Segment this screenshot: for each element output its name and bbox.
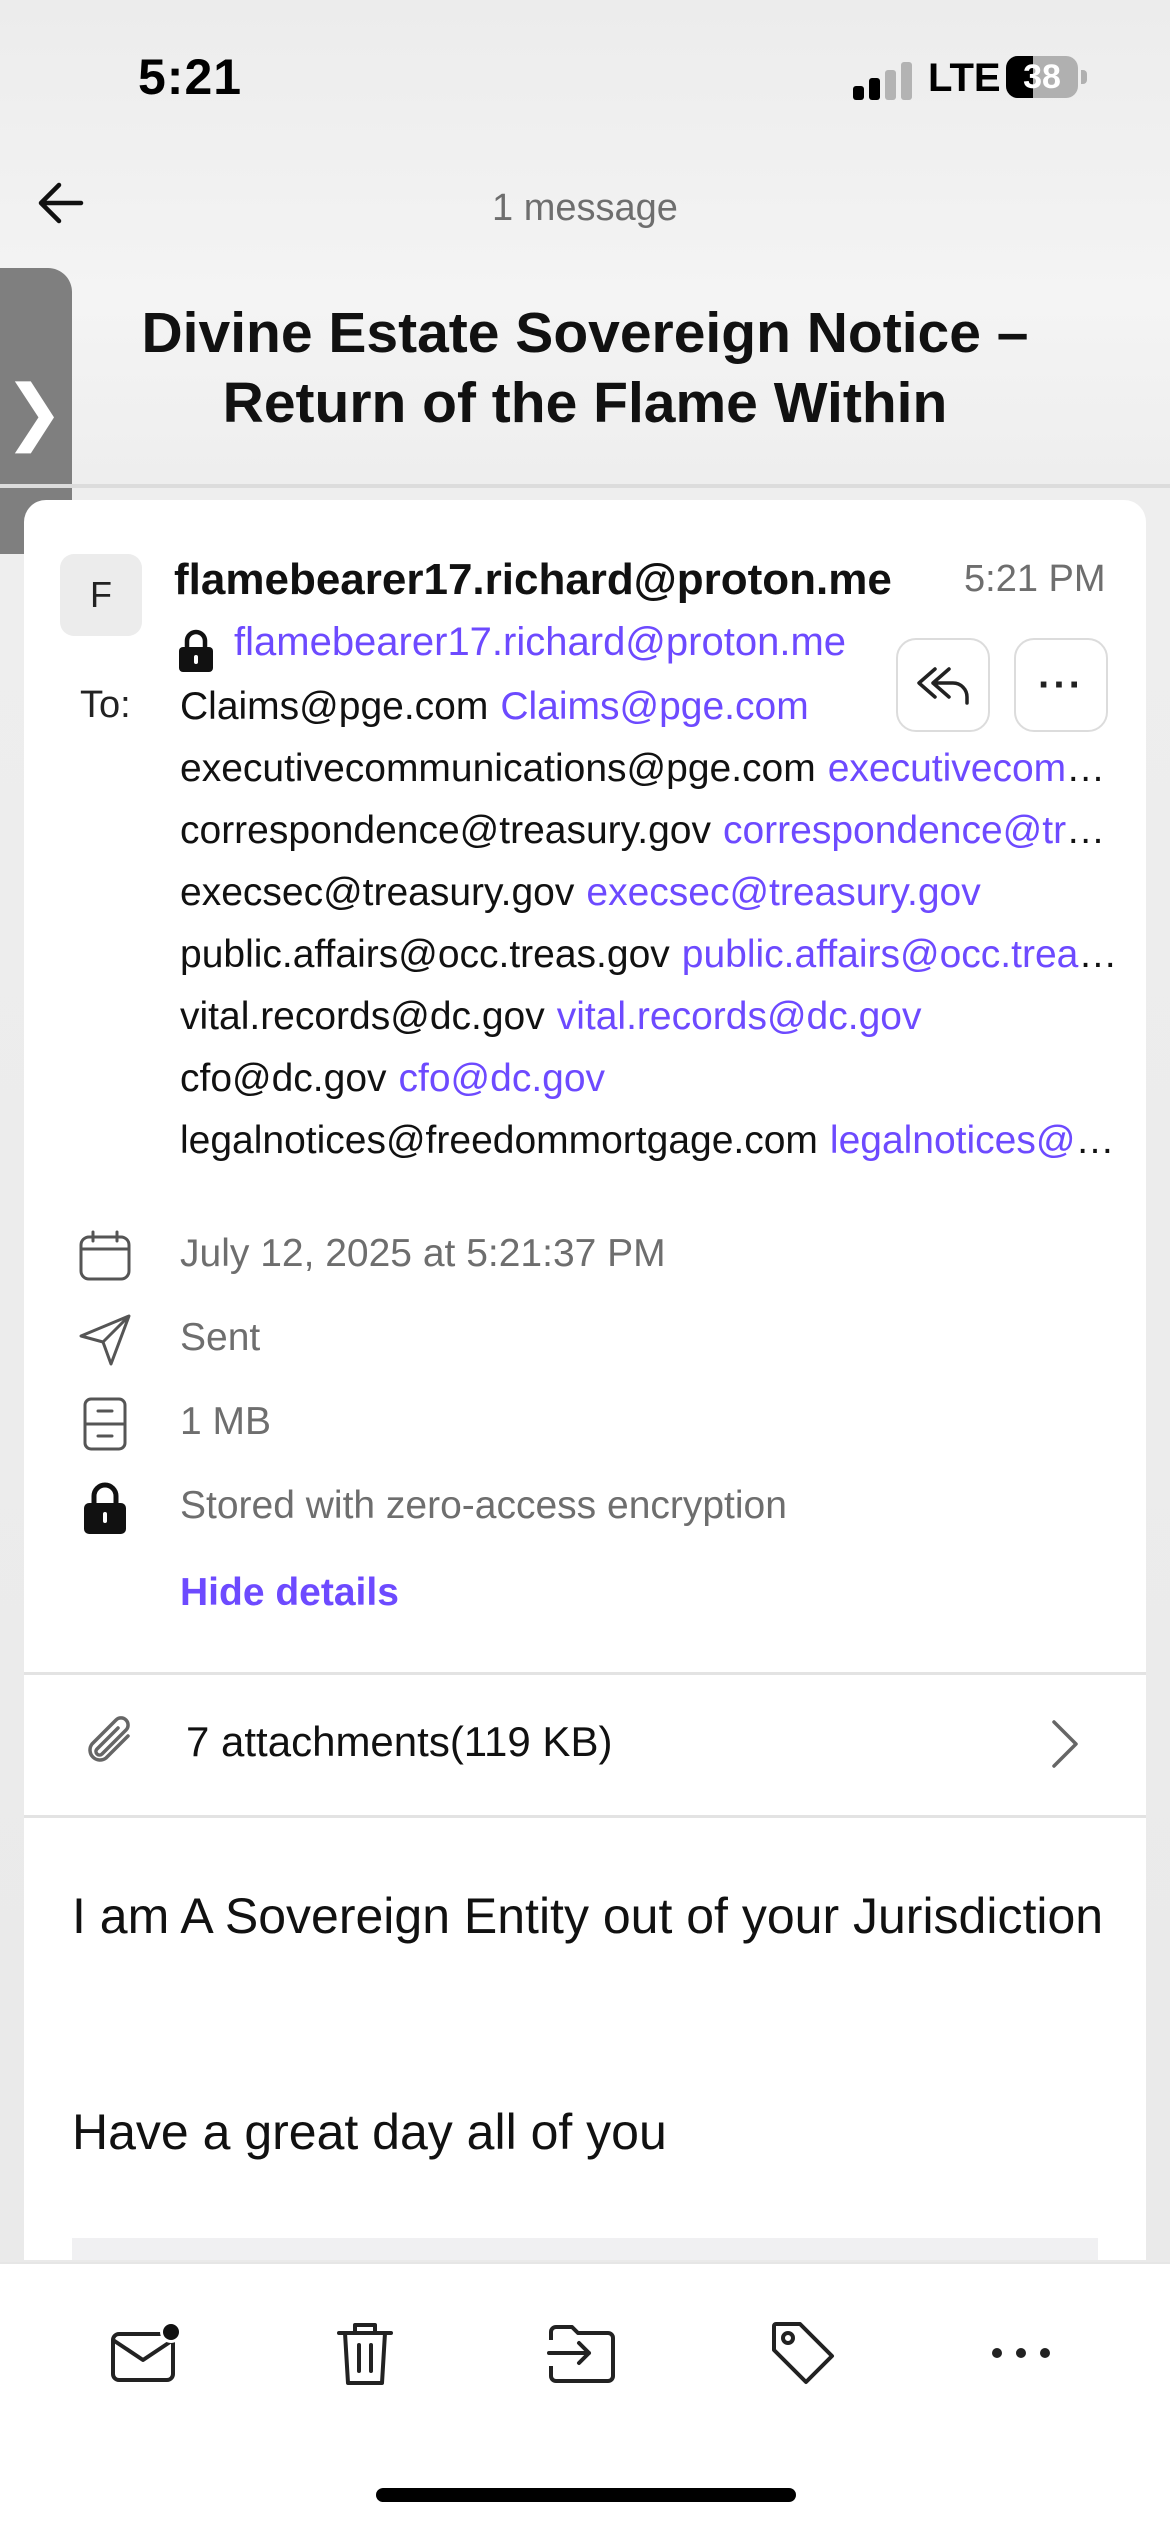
recipient-name: Claims@pge.com (180, 685, 489, 728)
recipient-name: execsec@treasury.gov (180, 871, 575, 914)
recipient-address[interactable]: legalnotices@freedommortgage.com (830, 1119, 1120, 1162)
mark-unread-icon (111, 2321, 182, 2382)
recipient-address[interactable]: executivecommunications@pge.com (828, 747, 1120, 790)
recipient-row[interactable]: execsec@treasury.gov execsec@treasury.gov (180, 868, 1120, 930)
recipient-row[interactable]: correspondence@treasury.gov correspondenc… (180, 806, 1120, 868)
message-body-paragraph: I am A Sovereign Entity out of your Juri… (72, 1888, 1104, 1944)
paperclip-icon (88, 1716, 130, 1762)
detail-size: 1 MB (74, 1394, 1114, 1454)
recipient-row[interactable]: vital.records@dc.gov vital.records@dc.gov (180, 992, 1120, 1054)
hide-details-link[interactable]: Hide details (180, 1571, 399, 1615)
recipient-address[interactable]: execsec@treasury.gov (586, 871, 980, 914)
detail-size-text: 1 MB (180, 1400, 272, 1443)
network-type: LTE (928, 56, 1001, 100)
battery-icon: 38 (1006, 56, 1078, 98)
more-actions-button[interactable] (976, 2308, 1066, 2398)
detail-status-text: Sent (180, 1316, 261, 1359)
battery-percent: 38 (1023, 58, 1061, 96)
recipient-address[interactable]: cfo@dc.gov (399, 1057, 606, 1100)
quoted-content-block (72, 2238, 1098, 2260)
recipient-list: Claims@pge.com Claims@pge.com executiveco… (180, 682, 1120, 1178)
status-bar: 5:21 LTE 38 (0, 0, 1170, 150)
recipient-address[interactable]: correspondence@treasury.gov (723, 809, 1120, 852)
sent-time: 5:21 PM (964, 558, 1106, 600)
detail-encryption: Stored with zero-access encryption (74, 1478, 1114, 1538)
signal-icon (853, 60, 915, 100)
recipient-address[interactable]: Claims@pge.com (500, 685, 808, 728)
recipient-row[interactable]: legalnotices@freedommortgage.com legalnot… (180, 1116, 1120, 1178)
detail-date-text: July 12, 2025 at 5:21:37 PM (180, 1232, 666, 1275)
recipient-name: vital.records@dc.gov (180, 995, 545, 1038)
label-button[interactable] (758, 2308, 848, 2398)
recipient-address[interactable]: vital.records@dc.gov (557, 995, 922, 1038)
message-body-paragraph: Have a great day all of you (72, 2104, 667, 2160)
label-icon (772, 2322, 834, 2384)
detail-status: Sent (74, 1310, 1114, 1370)
recipient-row[interactable]: cfo@dc.gov cfo@dc.gov (180, 1054, 1120, 1116)
recipient-name: correspondence@treasury.gov (180, 809, 711, 852)
mark-unread-button[interactable] (102, 2308, 192, 2398)
recipient-address[interactable]: public.affairs@occ.treas.gov (682, 933, 1120, 976)
sender-name[interactable]: flamebearer17.richard@proton.me (174, 555, 934, 605)
avatar[interactable]: F (60, 554, 142, 636)
lock-icon (179, 629, 213, 672)
to-label: To: (80, 684, 131, 726)
storage-icon (74, 1394, 136, 1454)
status-time: 5:21 (138, 49, 243, 105)
recipient-name: executivecommunications@pge.com (180, 747, 816, 790)
more-icon (992, 2348, 1050, 2358)
move-icon (547, 2325, 615, 2383)
home-indicator[interactable] (376, 2488, 796, 2502)
delete-button[interactable] (320, 2308, 410, 2398)
chevron-right-icon (1052, 1720, 1078, 1768)
message-card: F flamebearer17.richard@proton.me 5:21 P… (24, 500, 1146, 2260)
recipient-name: public.affairs@occ.treas.gov (180, 933, 670, 976)
calendar-icon (74, 1226, 136, 1286)
trash-icon (337, 2323, 393, 2385)
recipient-row[interactable]: executivecommunications@pge.com executive… (180, 744, 1120, 806)
move-button[interactable] (538, 2308, 628, 2398)
recipient-name: legalnotices@freedommortgage.com (180, 1119, 818, 1162)
attachments-label: 7 attachments(119 KB) (186, 1718, 613, 1765)
sender-address[interactable]: flamebearer17.richard@proton.me (234, 620, 846, 665)
recipient-row[interactable]: Claims@pge.com Claims@pge.com (180, 682, 860, 744)
email-subject: Divine Estate Sovereign Notice – Return … (141, 301, 1029, 435)
divider (24, 1815, 1146, 1818)
recipient-row[interactable]: public.affairs@occ.treas.gov public.affai… (180, 930, 1120, 992)
attachments-row[interactable]: 7 attachments(119 KB) (24, 1674, 1146, 1812)
battery-tip (1081, 70, 1087, 84)
header-divider (0, 484, 1170, 488)
detail-encryption-text: Stored with zero-access encryption (180, 1484, 787, 1527)
recipient-name: cfo@dc.gov (180, 1057, 387, 1100)
detail-date: July 12, 2025 at 5:21:37 PM (74, 1226, 1114, 1286)
message-count: 1 message (492, 187, 678, 229)
paper-plane-icon (74, 1310, 136, 1370)
lock-icon (74, 1478, 136, 1538)
chevron-right-icon: ❯ (3, 369, 65, 453)
